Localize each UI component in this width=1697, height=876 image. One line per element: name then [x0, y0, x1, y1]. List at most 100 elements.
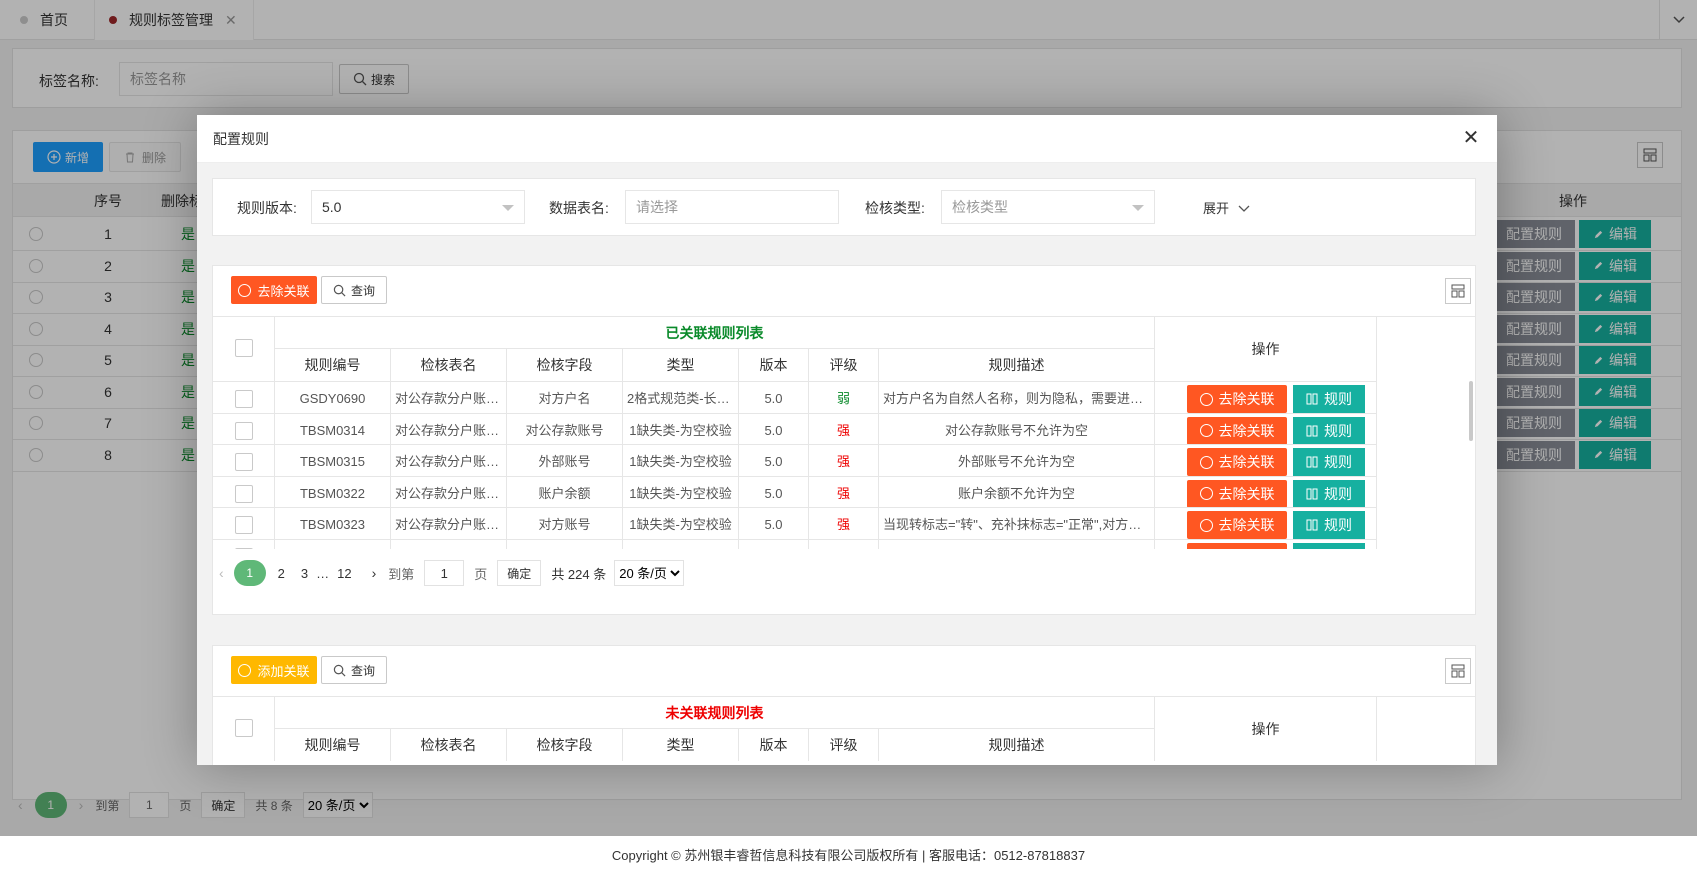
row-remove-link-button[interactable]: 去除关联: [1187, 385, 1287, 413]
column-header-table: 检核表名: [391, 349, 507, 381]
page-3[interactable]: 3: [301, 566, 308, 581]
linked-rules-card: 去除关联 查询 已关联规则列表 规则编号 检核表名 检核字段 类型 版本 评级 规则描述 操…: [212, 265, 1476, 615]
column-header-type: 类型: [623, 349, 739, 381]
cell-code: TBSM0322: [275, 476, 391, 511]
expand-toggle[interactable]: 展开: [1203, 198, 1251, 217]
checkbox-cell: [213, 382, 275, 416]
circle-icon: [1199, 392, 1213, 406]
table-row: TBSM0323对公存款分户账明细记录对方账号1缺失类-为空校验5.0强当现转标…: [213, 507, 1377, 542]
cell-level: 强: [809, 445, 879, 479]
row-rule-button[interactable]: 规则: [1293, 448, 1365, 476]
cell-version: 5.0: [739, 508, 809, 542]
page-2[interactable]: 2: [278, 566, 285, 581]
check-type-placeholder: 检核类型: [952, 199, 1008, 215]
query-button[interactable]: 查询: [321, 276, 387, 304]
cell-desc: 账户余额不允许为空: [879, 476, 1155, 511]
row-rule-label: 规则: [1324, 454, 1352, 470]
cell-field: 对方账号: [507, 508, 623, 542]
row-remove-link-label: 去除关联: [1218, 454, 1275, 470]
row-rule-button[interactable]: 规则: [1293, 479, 1365, 508]
columns-toggle-icon[interactable]: [1445, 278, 1471, 304]
table-name-select[interactable]: 请选择: [625, 190, 839, 224]
add-link-button[interactable]: 添加关联: [231, 656, 317, 684]
checkbox-cell: [213, 445, 275, 479]
cell-desc: 当现转标志="转"、充补抹标志="正常",对方账号不允许为空: [879, 508, 1155, 542]
cell-version: 5.0: [739, 476, 809, 511]
row-remove-link-button[interactable]: 去除关联: [1187, 542, 1287, 550]
cell-type: 1缺失类-为空校验: [623, 445, 739, 479]
close-icon[interactable]: ✕: [1461, 127, 1481, 149]
row-rule-label: 规则: [1324, 547, 1352, 550]
rule-icon: [1306, 519, 1318, 531]
query-label: 查询: [350, 663, 375, 678]
linked-rules-table: 已关联规则列表 规则编号 检核表名 检核字段 类型 版本 评级 规则描述 操作 GSDY06…: [213, 316, 1475, 549]
checkbox-cell: [213, 539, 275, 549]
column-header-desc: 规则描述: [879, 729, 1155, 761]
unlinked-rules-table: 未关联规则列表 规则编号 检核表名 检核字段 类型 版本 评级 规则描述 操作: [213, 696, 1475, 761]
page-last[interactable]: 12: [337, 566, 351, 581]
cell-type: 1缺失类-为空校验: [623, 413, 739, 448]
cell-level: 弱: [809, 382, 879, 416]
per-page-select[interactable]: 20 条/页: [614, 560, 685, 586]
confirm-button[interactable]: 确定: [497, 560, 542, 586]
check-type-select[interactable]: 检核类型: [941, 190, 1155, 224]
row-remove-link-button[interactable]: 去除关联: [1187, 416, 1287, 445]
row-rule-button[interactable]: 规则: [1293, 416, 1365, 445]
check-type-label: 检核类型:: [865, 200, 925, 216]
rule-icon: [1306, 488, 1318, 499]
query-button[interactable]: 查询: [321, 656, 387, 684]
row-remove-link-button[interactable]: 去除关联: [1187, 511, 1287, 539]
row-rule-label: 规则: [1324, 422, 1352, 439]
columns-toggle-icon[interactable]: [1445, 658, 1471, 684]
cell-desc: 当现转标志="转"、充补抹标志="正常",对方户名不允许为空: [879, 539, 1155, 549]
page-unit: 页: [474, 566, 488, 582]
page-current[interactable]: 1: [233, 560, 266, 586]
column-header-desc: 规则描述: [879, 349, 1155, 381]
select-all-checkbox[interactable]: [235, 719, 253, 737]
version-select[interactable]: 5.0: [311, 190, 525, 224]
remove-link-button[interactable]: 去除关联: [231, 276, 317, 304]
checkbox-cell: [213, 413, 275, 448]
table-scrollbar[interactable]: [1469, 381, 1473, 441]
rule-icon: [1306, 393, 1318, 405]
cell-desc: 外部账号不允许为空: [879, 445, 1155, 479]
caret-down-icon: [502, 205, 514, 211]
checkbox-cell: [213, 476, 275, 511]
search-icon: [333, 284, 346, 296]
table-row: TBSM0324对公存款分户账明细记录对方户名1缺失类-为空校验5.0强当现转标…: [213, 538, 1377, 550]
row-rule-label: 规则: [1324, 517, 1352, 533]
select-all-checkbox[interactable]: [235, 339, 253, 357]
total-count: 共 224 条: [551, 566, 607, 582]
row-rule-button[interactable]: 规则: [1293, 542, 1365, 550]
page-input[interactable]: 1: [424, 560, 465, 586]
chevron-left-icon[interactable]: ‹: [219, 565, 224, 581]
table-name-label: 数据表名:: [549, 200, 609, 216]
cell-version: 5.0: [739, 445, 809, 479]
column-header-actions: 操作: [1155, 697, 1377, 761]
cell-type: 2格式规范类-长度校验: [623, 382, 739, 416]
column-header-actions: 操作: [1155, 317, 1377, 381]
column-header-version: 版本: [739, 729, 809, 761]
cell-level: 强: [809, 476, 879, 511]
cell-level: 强: [809, 413, 879, 448]
expand-label: 展开: [1203, 201, 1230, 216]
cell-field: 账户余额: [507, 476, 623, 511]
row-remove-link-button[interactable]: 去除关联: [1187, 479, 1287, 508]
row-remove-link-button[interactable]: 去除关联: [1187, 448, 1287, 476]
row-rule-button[interactable]: 规则: [1293, 511, 1365, 539]
cell-table: 对公存款分户账明细记录: [391, 539, 507, 549]
column-header-field: 检核字段: [507, 729, 623, 761]
cell-desc: 对方户名为自然人名称，则为隐私，需要进行脱敏: [879, 382, 1155, 416]
dialog-title: 配置规则: [197, 115, 1497, 163]
row-rule-button[interactable]: 规则: [1293, 385, 1365, 413]
column-header-level: 评级: [809, 349, 879, 381]
chevron-right-icon[interactable]: ›: [372, 565, 377, 581]
cell-type: 1缺失类-为空校验: [623, 508, 739, 542]
row-rule-label: 规则: [1324, 391, 1352, 407]
version-label: 规则版本:: [237, 200, 297, 216]
row-remove-link-label: 去除关联: [1219, 547, 1275, 550]
cell-field: 外部账号: [507, 445, 623, 479]
cell-version: 5.0: [739, 539, 809, 549]
row-rule-label: 规则: [1324, 485, 1352, 502]
cell-field: 对公存款账号: [507, 413, 623, 448]
